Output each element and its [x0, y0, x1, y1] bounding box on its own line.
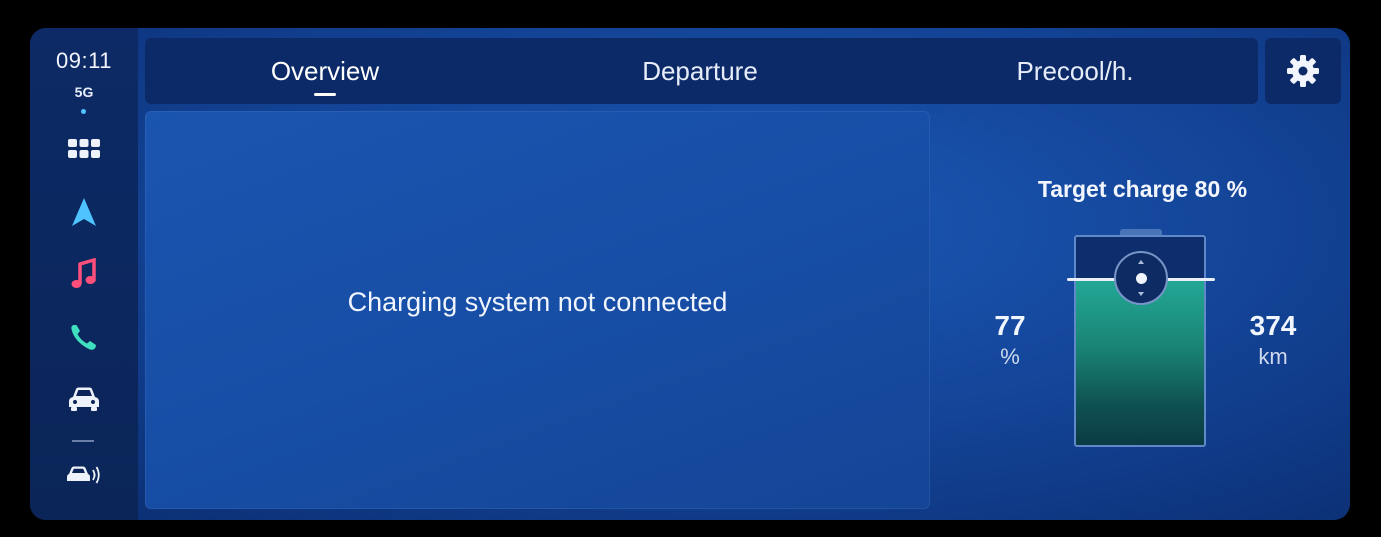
- network-dot: [81, 109, 86, 114]
- target-charge-slider-handle[interactable]: [1114, 251, 1168, 305]
- slider-handle-dot: [1136, 273, 1147, 284]
- sidebar-item-music[interactable]: [60, 254, 108, 294]
- network-indicator: 5G: [74, 84, 94, 100]
- range-value: 374: [1249, 310, 1297, 341]
- tab-overview-label: Overview: [270, 55, 380, 86]
- sidebar-item-car[interactable]: [60, 379, 108, 419]
- car-sensor-icon: [67, 466, 100, 484]
- state-of-charge-value: 77: [994, 310, 1026, 341]
- sidebar-divider: [72, 440, 94, 442]
- target-charge-label: Target charge 80 %: [1037, 176, 1248, 202]
- sidebar-item-car-sensor[interactable]: [60, 455, 108, 495]
- charging-status-message: Charging system not connected: [347, 286, 728, 317]
- sidebar: 09:11 5G: [30, 28, 138, 520]
- gear-icon: [1287, 55, 1319, 87]
- charging-screen: 09:11 5G Overview Departure Precool/h. C…: [30, 28, 1350, 520]
- sidebar-item-navigation[interactable]: [60, 192, 108, 232]
- state-of-charge-unit: %: [1000, 344, 1020, 369]
- clock: 09:11: [56, 48, 112, 73]
- range-unit: km: [1258, 344, 1288, 369]
- tab-overview[interactable]: Overview: [215, 38, 435, 104]
- tab-departure[interactable]: Departure: [590, 38, 810, 104]
- music-note-icon: [71, 258, 96, 288]
- phone-icon: [71, 325, 96, 350]
- chevron-up-icon: [1138, 260, 1144, 264]
- navigation-arrow-icon: [72, 198, 96, 226]
- sidebar-item-phone[interactable]: [60, 317, 108, 357]
- active-tab-indicator: [314, 93, 336, 96]
- sidebar-item-apps[interactable]: [60, 129, 108, 169]
- tab-precool[interactable]: Precool/h.: [965, 38, 1185, 104]
- tab-precool-label: Precool/h.: [1016, 55, 1134, 86]
- apps-grid-icon: [68, 139, 100, 158]
- settings-button[interactable]: [1265, 38, 1341, 104]
- tab-departure-label: Departure: [642, 55, 758, 86]
- tab-bar: Overview Departure Precool/h.: [145, 38, 1258, 104]
- main-panel: Charging system not connected: [145, 111, 930, 509]
- chevron-down-icon: [1138, 292, 1144, 296]
- car-icon: [69, 387, 99, 411]
